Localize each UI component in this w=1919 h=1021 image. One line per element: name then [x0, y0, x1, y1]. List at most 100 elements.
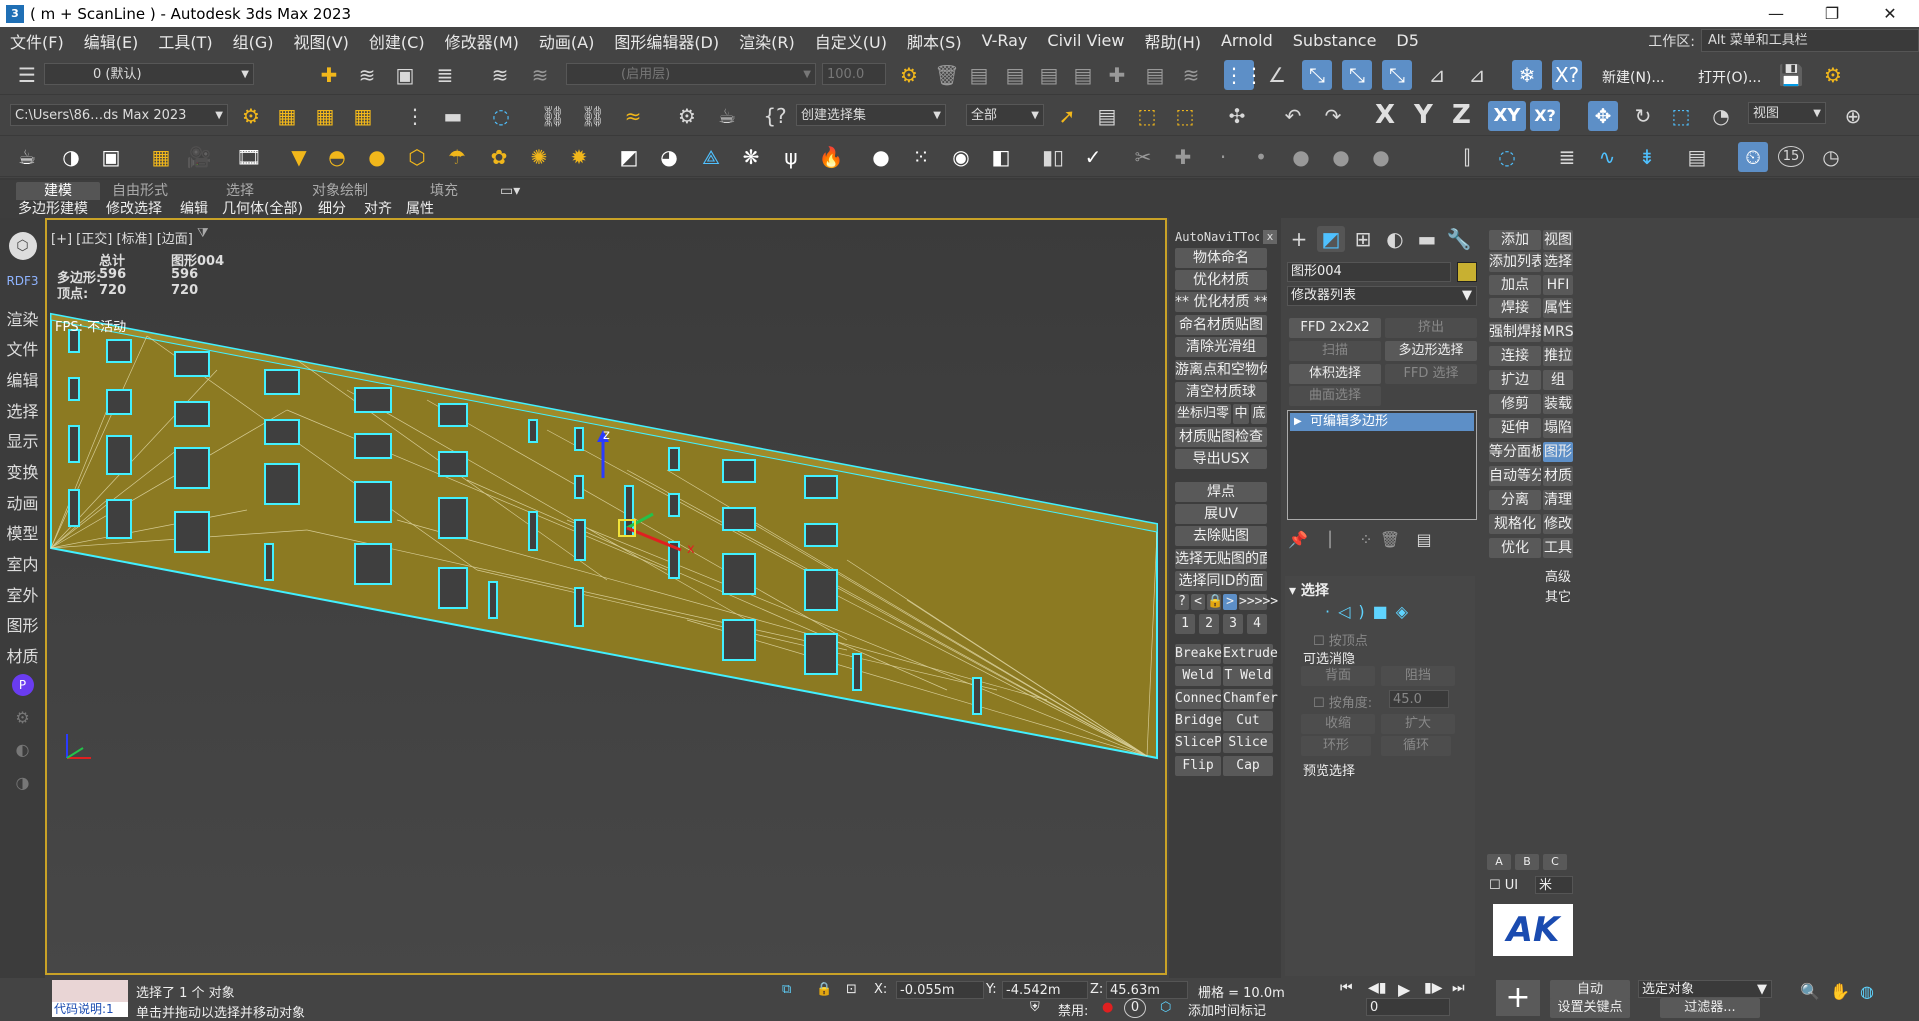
teapot-icon[interactable]: ☕ [12, 142, 42, 172]
mesh-light-icon[interactable]: ✿ [484, 142, 514, 172]
doc2-icon[interactable]: ▤ [1000, 60, 1030, 90]
angle-value-field[interactable]: 45.0 [1389, 690, 1449, 708]
snap-6-icon[interactable]: ⊿ [1462, 60, 1492, 90]
rs-divide-panel[interactable]: 等分面板 [1489, 442, 1541, 462]
axis-z-button[interactable]: Z [1452, 100, 1471, 130]
stack-icon[interactable]: ≋ [1176, 60, 1206, 90]
menu-graph-editors[interactable]: 图形编辑器(D) [604, 29, 729, 53]
doc4-icon[interactable]: ▤ [1068, 60, 1098, 90]
script-btn-remove-map[interactable]: 去除贴图 [1175, 526, 1267, 546]
menu-tools[interactable]: 工具(T) [148, 29, 222, 53]
menu-create[interactable]: 创建(C) [359, 29, 435, 53]
ruler-icon[interactable]: ▬ [438, 101, 468, 131]
script-btn-next[interactable]: > [1223, 594, 1237, 610]
layers-icon[interactable]: ☰ [12, 60, 42, 90]
grow-button[interactable]: 扩大 [1381, 714, 1455, 734]
scale-icon[interactable]: ⬚ [1666, 101, 1696, 131]
plugin-icon[interactable]: P [0, 674, 45, 696]
by-vertex-checkbox[interactable]: ☐ 按顶点 [1313, 630, 1368, 649]
rs-detach[interactable]: 分离 [1489, 490, 1541, 510]
dotted-circle-icon[interactable]: ◌ [486, 101, 516, 131]
grass-icon[interactable]: ψ [776, 142, 806, 172]
ribbon-tab-modeling[interactable]: 建模 [16, 182, 100, 200]
script-btn-name-material-map[interactable]: 命名材质贴图 [1175, 315, 1267, 335]
mod-btn-poly-select[interactable]: 多边形选择 [1385, 341, 1477, 361]
layer-ghost-icon[interactable]: ≋ [525, 60, 555, 90]
layer-manager-icon[interactable]: ≋ [485, 60, 515, 90]
folder-icon[interactable]: ▦ [272, 101, 302, 131]
dot2-icon[interactable]: • [1246, 142, 1276, 172]
facade-mesh[interactable] [47, 220, 1165, 973]
ribbon-sub-properties[interactable]: 属性 [406, 200, 434, 218]
menu-civil-view[interactable]: Civil View [1037, 31, 1134, 50]
goto-start-icon[interactable]: ⏮ [1340, 980, 1353, 996]
rs-shape[interactable]: 图形 [1543, 442, 1573, 462]
play-icon[interactable]: ▶ [1398, 980, 1410, 999]
pin-icon[interactable]: ✚ [1102, 60, 1132, 90]
rs-material[interactable]: 材质 [1543, 466, 1573, 486]
rs-hfi[interactable]: HFI [1543, 275, 1573, 295]
sphere-light-icon[interactable]: ● [362, 142, 392, 172]
rs-optimize[interactable]: 优化 [1489, 538, 1541, 558]
menu-vray[interactable]: V-Ray [972, 31, 1038, 50]
script-btn-optimize-material[interactable]: 优化材质 [1175, 270, 1267, 290]
ies-light-icon[interactable]: ⬡ [402, 142, 432, 172]
script-btn-clear-smoothing[interactable]: 清除光滑组 [1175, 337, 1267, 357]
mod-btn-extrude[interactable]: 挤出 [1385, 318, 1477, 338]
key-filter-dropdown[interactable]: 选定对象 ▼ [1638, 980, 1772, 998]
dome-light-icon[interactable]: ◓ [322, 142, 352, 172]
rs-load[interactable]: 装载 [1543, 394, 1573, 414]
rs-add-point[interactable]: 加点 [1489, 275, 1541, 295]
ribbon-tab-freeform[interactable]: 自由形式 [112, 182, 168, 200]
ribbon-tab-populate[interactable]: 填充 [430, 182, 458, 200]
next-frame-icon[interactable]: ▮▶ [1424, 980, 1442, 996]
rs-normalize[interactable]: 规格化 [1489, 514, 1541, 534]
redo-icon[interactable]: ↷ [1318, 101, 1348, 131]
mod-btn-surface-select[interactable]: 曲面选择 [1289, 386, 1381, 406]
mod-btn-volume-select[interactable]: 体积选择 [1289, 364, 1381, 384]
script-btn-bridge[interactable]: Bridge [1175, 711, 1222, 731]
left-transform[interactable]: 变换 [0, 459, 45, 483]
script-close-button[interactable]: x [1263, 230, 1277, 244]
shrink-button[interactable]: 收缩 [1301, 714, 1375, 734]
script-btn-t-weld[interactable]: T Weld [1223, 666, 1273, 686]
script-btn-sliceplane[interactable]: SlicePl [1175, 733, 1221, 753]
open-label[interactable]: 打开(O)... [1698, 67, 1761, 87]
reference-coord-dropdown[interactable]: 视图 ▼ [1748, 102, 1826, 124]
folder2-icon[interactable]: ▦ [310, 101, 340, 131]
unlink-icon[interactable]: ⛓ [578, 101, 608, 131]
select-object-icon[interactable]: ➚ [1052, 101, 1082, 131]
left-file[interactable]: 文件 [0, 336, 45, 360]
script-btn-cut[interactable]: Cut [1223, 711, 1273, 731]
menu-modifiers[interactable]: 修改器(M) [435, 29, 529, 53]
rs-extend[interactable]: 延伸 [1489, 418, 1541, 438]
ribbon-sub-edit[interactable]: 编辑 [180, 200, 208, 218]
close-button[interactable]: ✕ [1862, 0, 1918, 27]
disable-count[interactable]: 0 [1124, 998, 1146, 1018]
rs-b[interactable]: B [1515, 854, 1539, 870]
axis-xy-button[interactable]: XY [1488, 101, 1526, 131]
script-btn-export-usx[interactable]: 导出USX [1175, 449, 1267, 469]
script-btn-clear-slots[interactable]: 清空材质球 [1175, 382, 1267, 402]
camera-icon[interactable]: 🎥 [184, 142, 214, 172]
script-btn-connect[interactable]: Connect [1175, 689, 1230, 709]
set-key-big-icon[interactable]: + [1496, 980, 1540, 1016]
material-ball-icon[interactable]: ● [866, 142, 896, 172]
window-crossing-icon[interactable]: ⬚ [1170, 101, 1200, 131]
fur-icon[interactable]: ❋ [736, 142, 766, 172]
move-pivot-icon[interactable]: ✣ [1222, 101, 1252, 131]
mod-btn-ffd-select[interactable]: FFD 选择 [1385, 364, 1477, 384]
dot3-icon[interactable]: ● [1286, 142, 1316, 172]
rs-push-pull[interactable]: 推拉 [1543, 346, 1573, 366]
left-material[interactable]: 材质 [0, 643, 45, 667]
box-icon[interactable]: ▣ [96, 142, 126, 172]
rs-unit-dropdown[interactable]: 米 [1535, 876, 1573, 894]
sun-icon[interactable]: ✺ [524, 142, 554, 172]
make-unique-icon[interactable]: ⁘ [1353, 528, 1379, 552]
sphere-half-icon[interactable]: ◑ [56, 142, 86, 172]
menu-arnold[interactable]: Arnold [1211, 31, 1283, 50]
delete-icon[interactable]: 🗑 [932, 60, 962, 90]
braces-icon[interactable]: {? [760, 101, 790, 131]
snap-5-icon[interactable]: ⊿ [1422, 60, 1452, 90]
grey-icon1[interactable]: ◐ [0, 740, 45, 759]
